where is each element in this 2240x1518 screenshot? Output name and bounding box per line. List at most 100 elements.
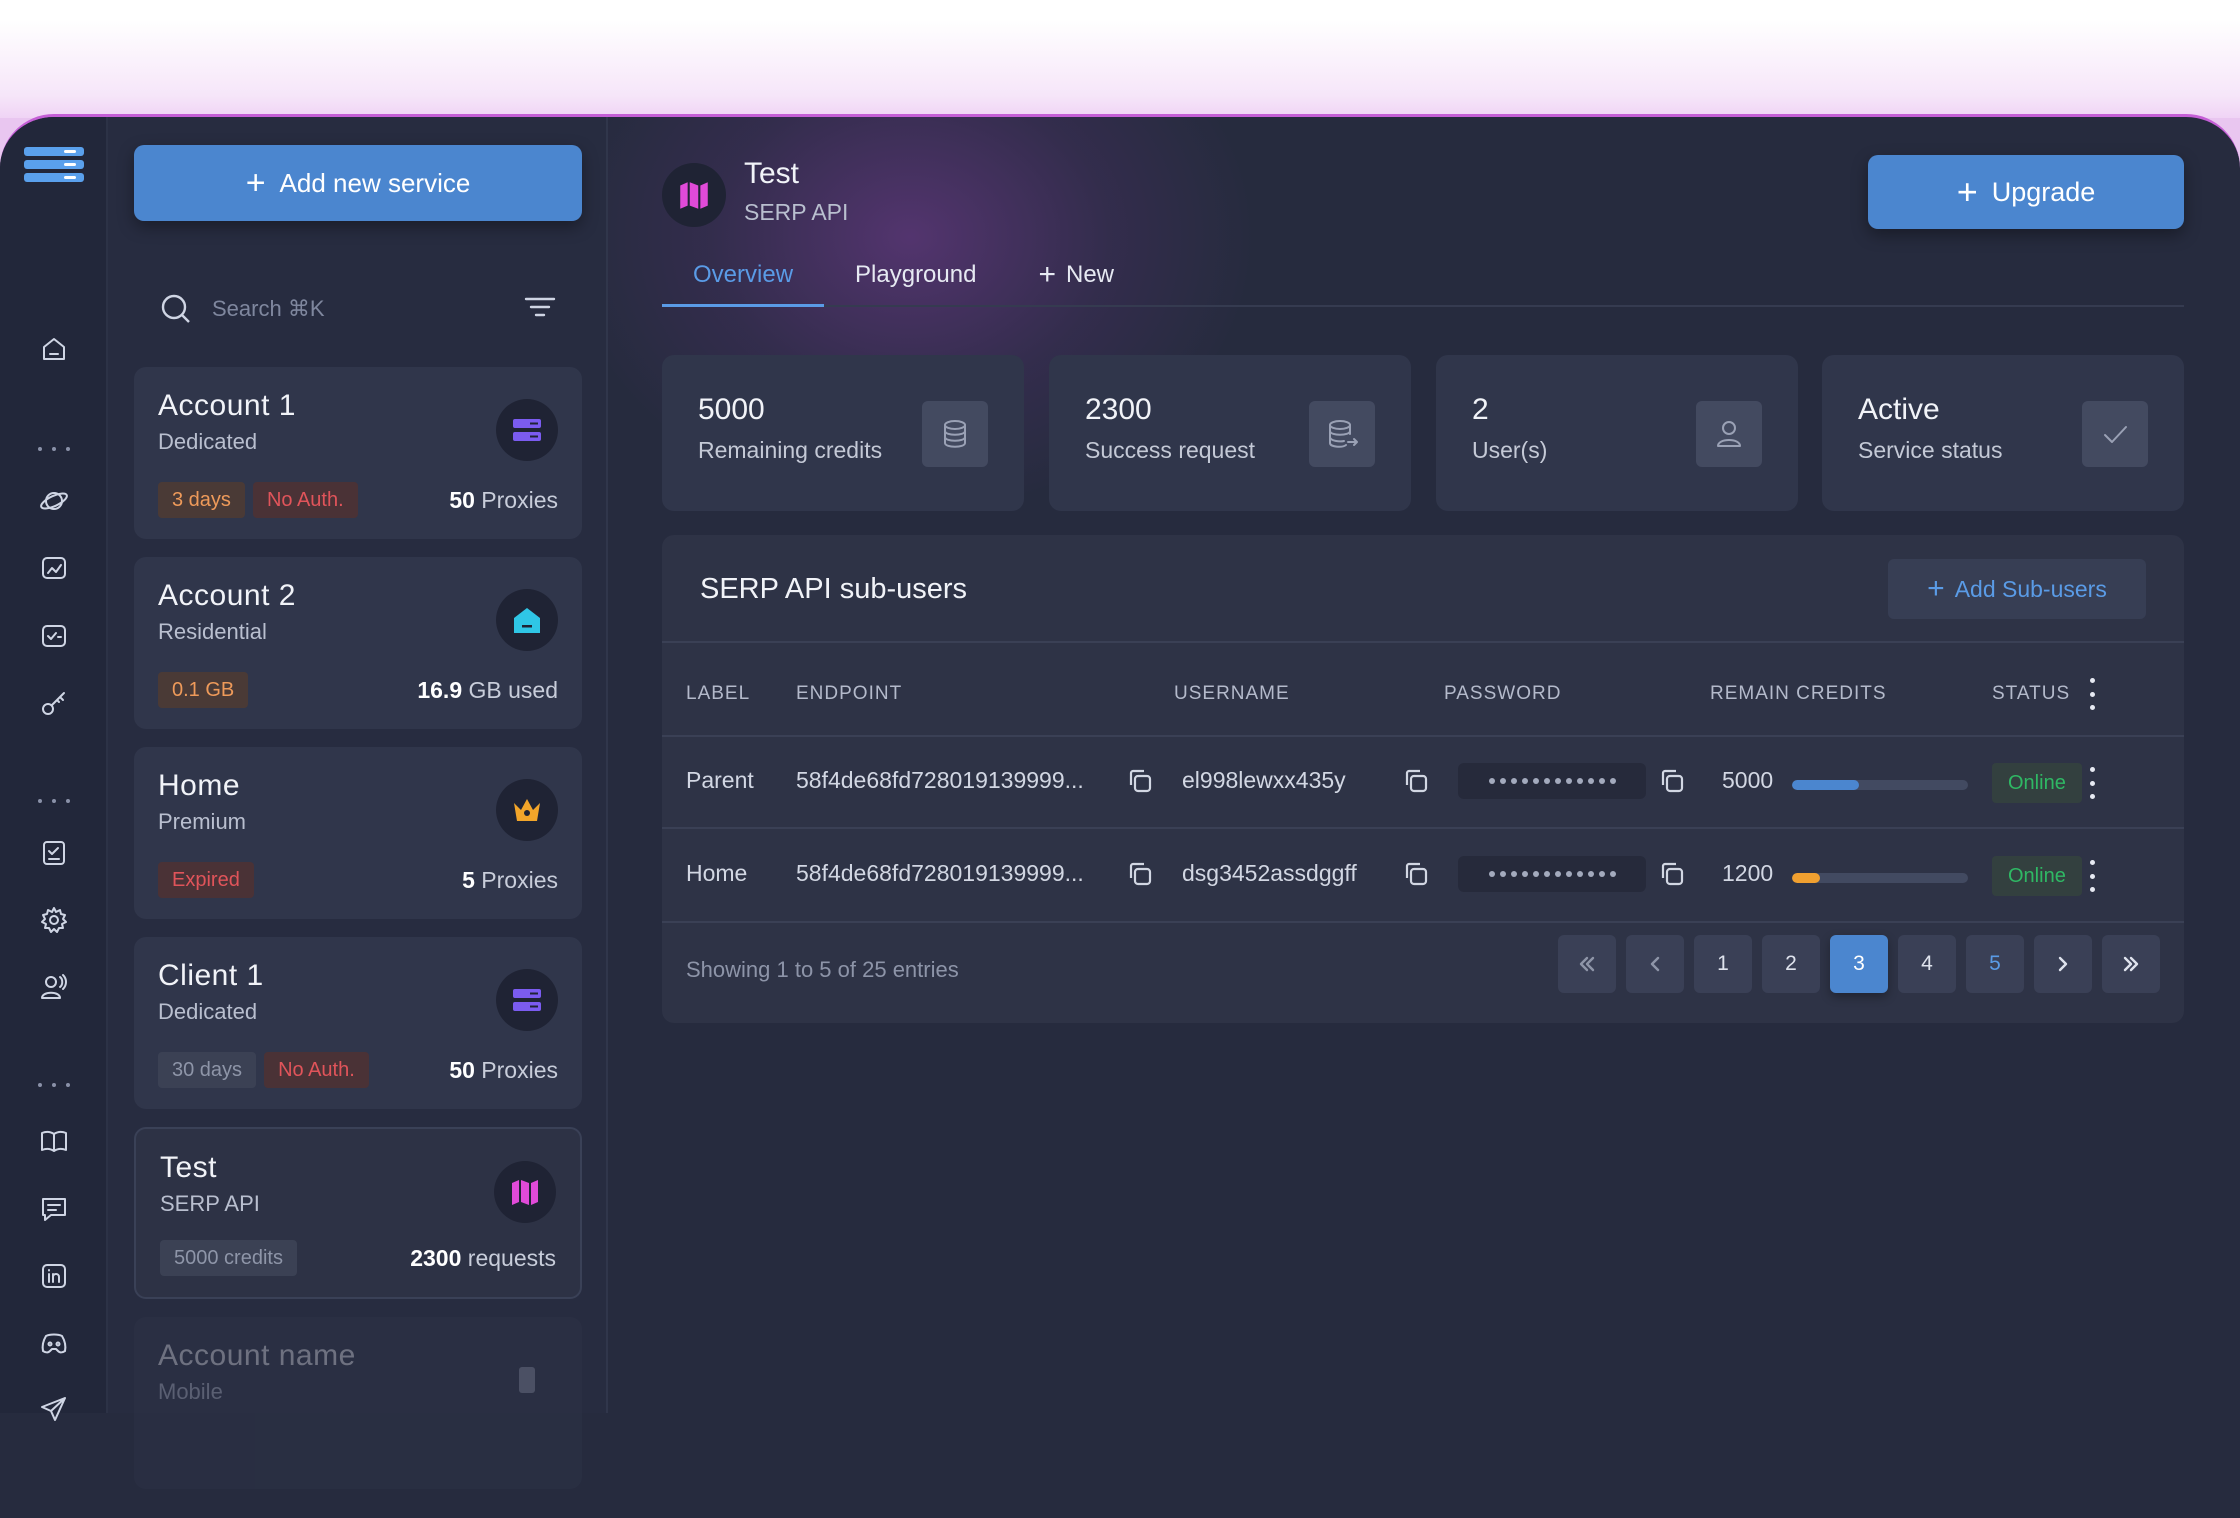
chart-icon[interactable] xyxy=(32,547,76,591)
filter-icon[interactable] xyxy=(522,289,558,330)
linkedin-icon[interactable] xyxy=(32,1254,76,1298)
map-icon xyxy=(494,1161,556,1223)
prev-page-button[interactable] xyxy=(1626,935,1684,993)
service-card-footer: 30 days No Auth. 50 Proxies xyxy=(158,1051,558,1089)
service-card[interactable]: Account 2 Residential 0.1 GB 16.9 GB use… xyxy=(134,557,582,729)
row-menu-icon[interactable] xyxy=(2088,767,2096,799)
book-icon[interactable] xyxy=(32,1119,76,1163)
stat-card: 5000 Remaining credits xyxy=(662,355,1024,511)
plus-icon: + xyxy=(245,164,266,202)
page-button-current[interactable]: 3 xyxy=(1830,935,1888,993)
copy-icon[interactable] xyxy=(1402,860,1432,890)
metric-unit: requests xyxy=(467,1244,556,1271)
pagination: 1 2 3 4 5 xyxy=(1558,935,2160,993)
table-row: Parent 58f4de68fd728019139999... el998le… xyxy=(662,737,2184,829)
service-metric: 50 Proxies xyxy=(449,1057,558,1084)
column-header-endpoint: ENDPOINT xyxy=(796,683,903,704)
gear-icon[interactable] xyxy=(32,898,76,942)
table-row: Home 58f4de68fd728019139999... dsg3452as… xyxy=(662,830,2184,922)
page-button[interactable]: 4 xyxy=(1898,935,1956,993)
check-box-icon[interactable] xyxy=(32,614,76,658)
service-card[interactable]: Home Premium Expired 5 Proxies xyxy=(134,747,582,919)
page-button[interactable]: 5 xyxy=(1966,935,2024,993)
stat-card: 2 User(s) xyxy=(1436,355,1798,511)
metric-value: 50 xyxy=(449,1056,475,1083)
server-icon xyxy=(496,969,558,1031)
metric-value: 2300 xyxy=(410,1244,462,1271)
search-bar[interactable]: Search ⌘K xyxy=(158,287,558,331)
copy-icon[interactable] xyxy=(1402,767,1432,797)
pagination-summary: Showing 1 to 5 of 25 entries xyxy=(686,957,959,982)
add-new-service-label: Add new service xyxy=(279,167,471,198)
send-icon[interactable] xyxy=(32,1387,76,1431)
first-page-button[interactable] xyxy=(1558,935,1616,993)
user-icon xyxy=(1696,401,1762,467)
column-header-username: USERNAME xyxy=(1174,683,1290,704)
service-card[interactable]: Account 1 Dedicated 3 days No Auth. 50 P… xyxy=(134,367,582,539)
discord-icon[interactable] xyxy=(32,1321,76,1365)
phone-icon xyxy=(496,1349,558,1411)
metric-value: 5 xyxy=(462,866,475,893)
metric-unit: Proxies xyxy=(481,866,558,893)
chat-icon[interactable] xyxy=(32,1187,76,1231)
icon-rail xyxy=(0,117,108,1421)
services-sidebar: + Add new service Search ⌘K Account 1 De… xyxy=(108,117,608,1489)
upgrade-label: Upgrade xyxy=(1991,176,2096,207)
copy-icon[interactable] xyxy=(1658,767,1688,797)
planet-icon[interactable] xyxy=(32,479,76,523)
users-icon[interactable] xyxy=(32,965,76,1009)
service-card-selected[interactable]: Test SERP API 5000 credits 2300 requests xyxy=(134,1127,582,1299)
divider xyxy=(662,827,2184,829)
service-card[interactable]: Account name Mobile xyxy=(134,1317,582,1489)
key-icon[interactable] xyxy=(32,681,76,725)
tab-label: Playground xyxy=(855,261,977,288)
row-endpoint: 58f4de68fd728019139999... xyxy=(796,767,1084,793)
row-label: Parent xyxy=(686,767,754,793)
upgrade-button[interactable]: + Upgrade xyxy=(1868,155,2184,229)
next-page-button[interactable] xyxy=(2034,935,2092,993)
plus-icon: + xyxy=(1927,572,1945,605)
add-subusers-button[interactable]: + Add Sub-users xyxy=(1888,559,2146,619)
last-page-button[interactable] xyxy=(2102,935,2160,993)
stat-card: Active Service status xyxy=(1822,355,2184,511)
column-header-status: STATUS xyxy=(1992,683,2071,704)
search-icon xyxy=(161,294,190,323)
more-options-icon[interactable] xyxy=(2088,678,2096,710)
check-icon xyxy=(2082,401,2148,467)
logo-icon[interactable] xyxy=(24,147,84,187)
service-card[interactable]: Client 1 Dedicated 30 days No Auth. 50 P… xyxy=(134,937,582,1109)
copy-icon[interactable] xyxy=(1126,860,1156,890)
tab-overview[interactable]: Overview xyxy=(662,257,825,307)
expired-badge: Expired xyxy=(158,862,254,898)
row-credits: 1200 xyxy=(1722,860,1774,886)
credits-bar-fill xyxy=(1792,873,1821,883)
house-icon xyxy=(496,589,558,651)
row-menu-icon[interactable] xyxy=(2088,860,2096,892)
database-icon xyxy=(922,401,988,467)
password-mask xyxy=(1458,763,1646,799)
credits-bar xyxy=(1792,780,1968,790)
database-export-icon xyxy=(1309,401,1375,467)
row-label: Home xyxy=(686,860,748,886)
page-button[interactable]: 2 xyxy=(1762,935,1820,993)
service-card-footer: 5000 credits 2300 requests xyxy=(160,1239,556,1277)
copy-icon[interactable] xyxy=(1126,767,1156,797)
tab-bar: Overview Playground + New xyxy=(662,257,2184,307)
page-button[interactable]: 1 xyxy=(1694,935,1752,993)
column-header-remain-credits: REMAIN CREDITS xyxy=(1710,683,1887,704)
column-header-password: PASSWORD xyxy=(1444,683,1562,704)
expiry-badge: 3 days xyxy=(158,482,245,518)
subusers-panel: SERP API sub-users + Add Sub-users LABEL… xyxy=(662,535,2184,1023)
credits-badge: 5000 credits xyxy=(160,1240,297,1276)
tab-new[interactable]: + New xyxy=(1007,257,1145,307)
home-icon[interactable] xyxy=(32,327,76,371)
checklist-icon[interactable] xyxy=(32,831,76,875)
page-title: Test xyxy=(744,157,800,190)
search-input[interactable]: Search ⌘K xyxy=(212,296,522,322)
server-icon xyxy=(496,399,558,461)
copy-icon[interactable] xyxy=(1658,860,1688,890)
metric-value: 16.9 xyxy=(417,676,463,703)
service-card-footer: Expired 5 Proxies xyxy=(158,861,558,899)
add-new-service-button[interactable]: + Add new service xyxy=(134,145,582,221)
tab-playground[interactable]: Playground xyxy=(824,257,1007,307)
